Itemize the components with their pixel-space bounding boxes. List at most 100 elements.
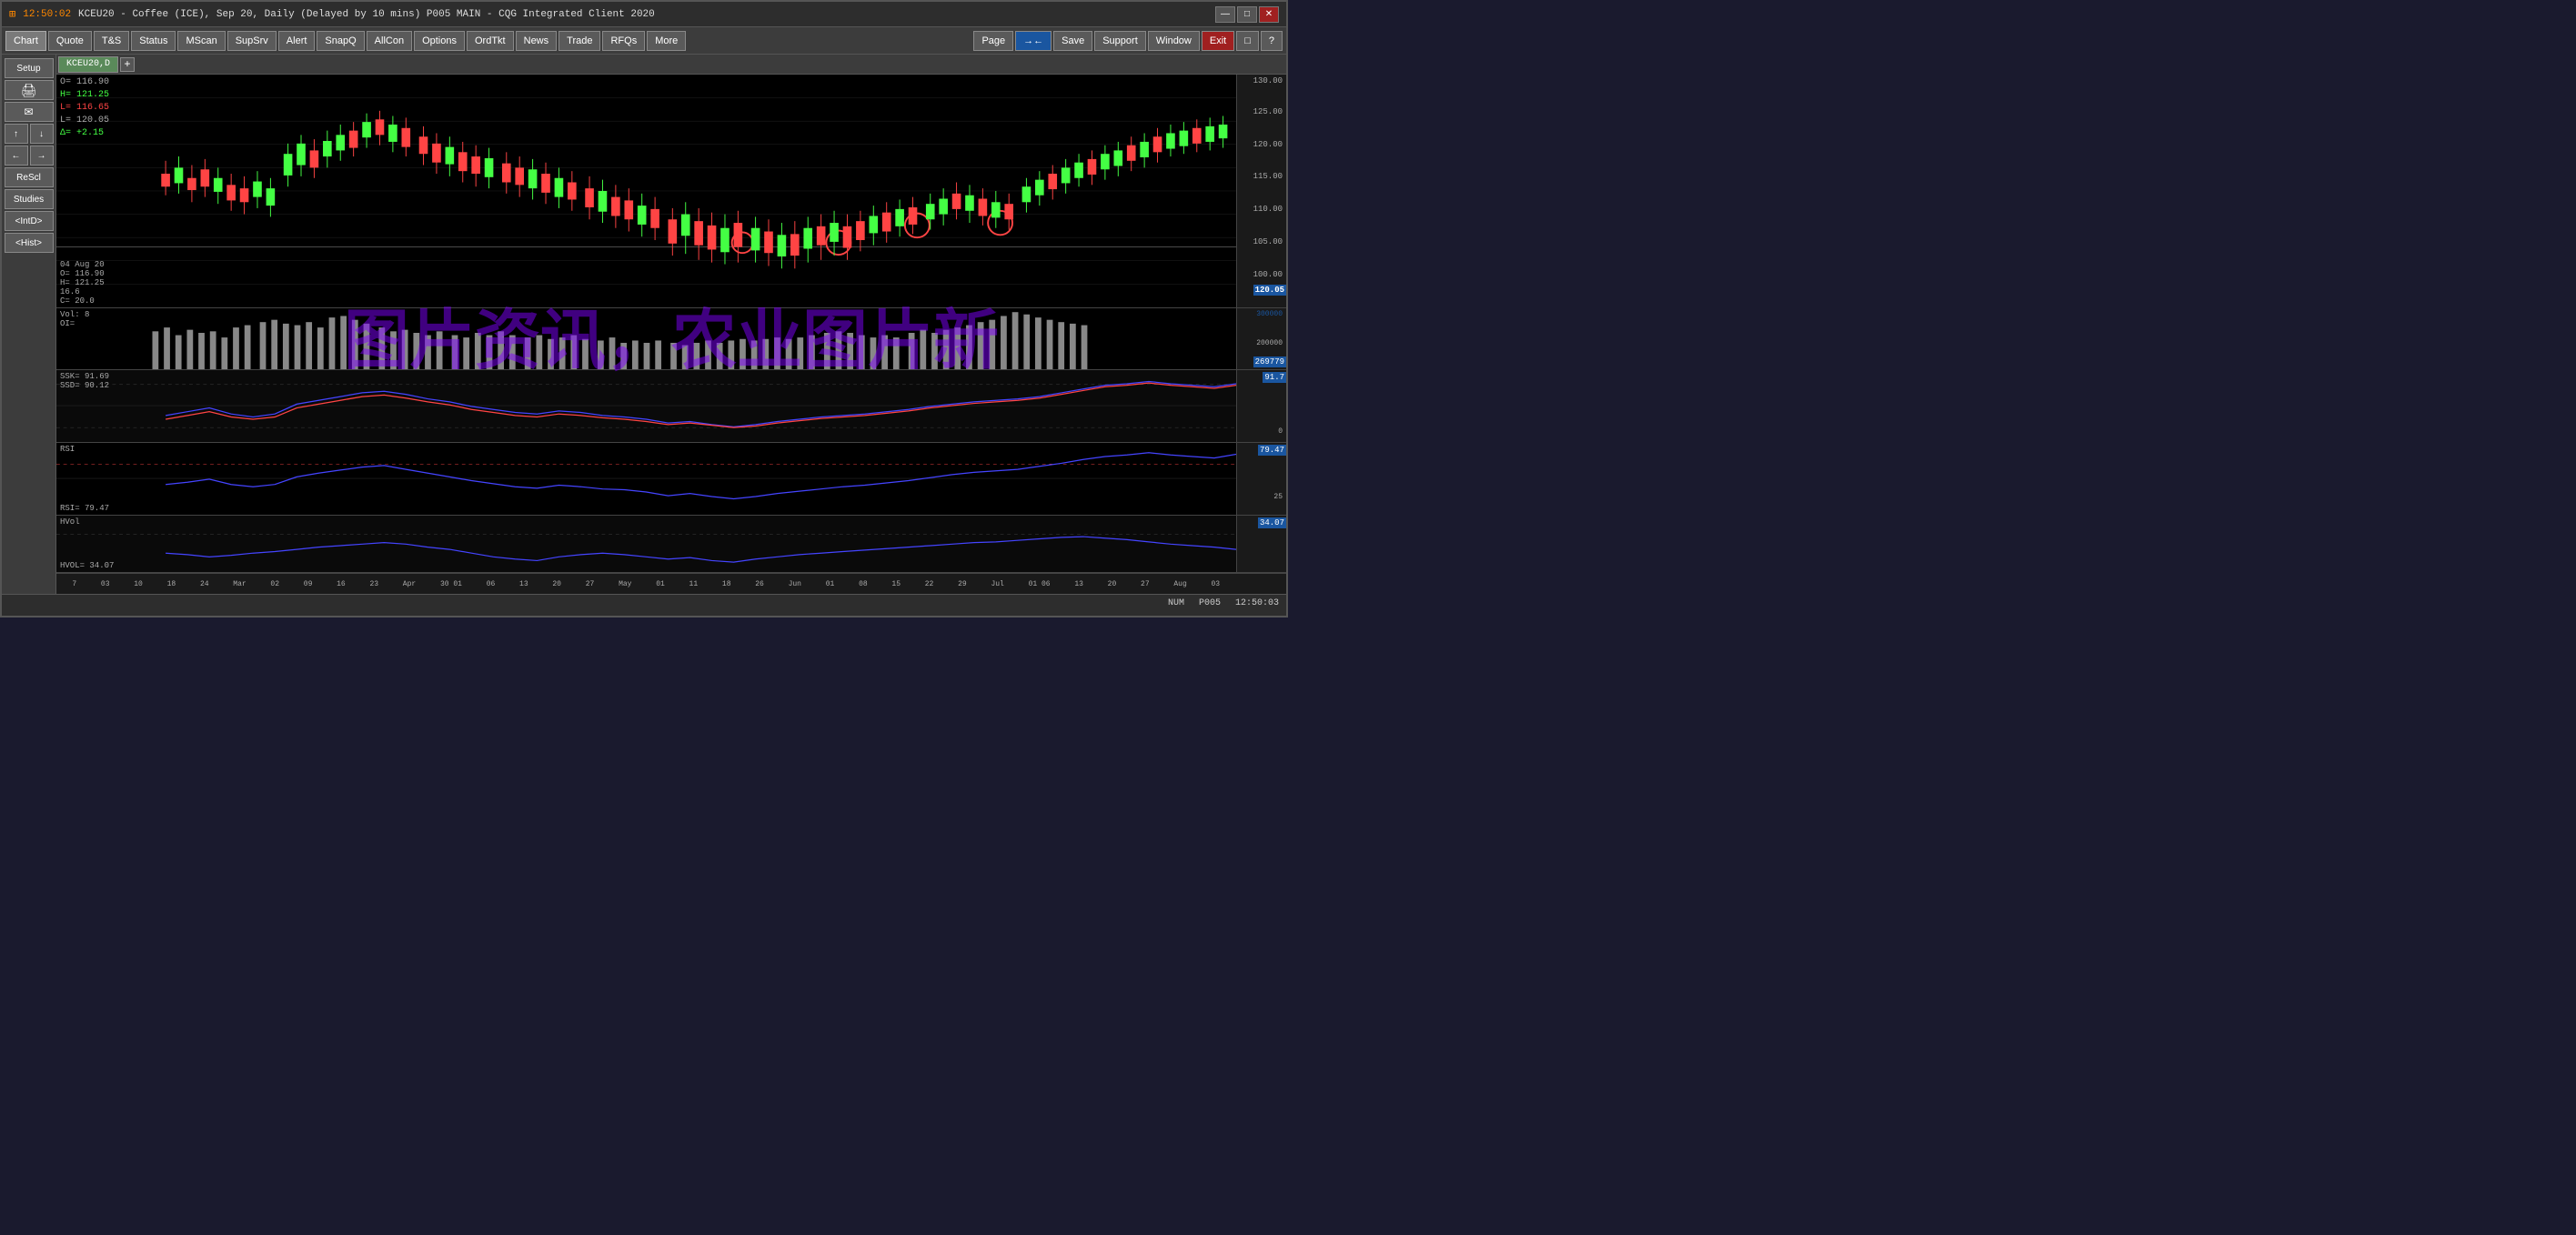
rsi-value: RSI= 79.47 — [60, 504, 109, 513]
time-labels: 703101824 Mar 02091623 Apr 30 0106132027… — [56, 580, 1236, 588]
hvol-current-label: 34.07 — [1258, 517, 1286, 528]
tab-bar: KCEU20,D + — [56, 55, 1286, 75]
up-btn[interactable]: ↑ — [5, 124, 28, 144]
quote-menu-btn[interactable]: Quote — [48, 31, 92, 51]
rsi-current-label: 79.47 — [1258, 445, 1286, 456]
minimize-button[interactable]: — — [1215, 6, 1235, 23]
up-down-btns: ↑ ↓ — [5, 124, 54, 144]
stoch-current: 91.7 — [1263, 372, 1286, 383]
trade-menu-btn[interactable]: Trade — [558, 31, 600, 51]
hvol-panel: HVol HVOL= 34.07 50 34.07 — [56, 516, 1286, 573]
setup-btn[interactable]: Setup — [5, 58, 54, 78]
maximize-button[interactable]: □ — [1237, 6, 1257, 23]
rsi-panel: RSI RSI= 79.47 50 25 — [56, 443, 1286, 516]
price-tick-110: 110.00 — [1253, 205, 1283, 214]
menu-bar: Chart Quote T&S Status MScan SupSrv Aler… — [2, 27, 1286, 55]
volume-info: Vol: 8 OI= — [60, 310, 89, 328]
rescl-btn[interactable]: ReScl — [5, 167, 54, 187]
close-button[interactable]: ✕ — [1259, 6, 1279, 23]
main-area: Setup 🖨 ✉ ↑ ↓ ← → ReScl Studies <IntD> <… — [2, 55, 1286, 594]
rfqs-menu-btn[interactable]: RFQs — [602, 31, 645, 51]
more-menu-btn[interactable]: More — [647, 31, 686, 51]
save-btn[interactable]: Save — [1053, 31, 1092, 51]
add-tab-btn[interactable]: + — [120, 57, 135, 72]
vol-current-1: 269779 — [1253, 356, 1286, 367]
news-menu-btn[interactable]: News — [516, 31, 558, 51]
vol-tick-300k: 300000 — [1256, 310, 1283, 318]
hvol-label: HVol — [60, 517, 80, 527]
status-menu-btn[interactable]: Status — [131, 31, 176, 51]
mscan-menu-btn[interactable]: MScan — [177, 31, 225, 51]
allcon-menu-btn[interactable]: AllCon — [367, 31, 412, 51]
nav-btn[interactable]: →← — [1015, 31, 1052, 51]
price-tick-120: 120.00 — [1253, 140, 1283, 149]
print-btn[interactable]: 🖨 — [5, 80, 54, 100]
help-btn[interactable]: ? — [1261, 31, 1283, 51]
ohlc-low1: L= 116.65 — [60, 103, 109, 113]
price-axis: 130.00 125.00 120.00 115.00 110.00 105.0… — [1236, 75, 1286, 307]
page-indicator: P005 — [1199, 598, 1221, 608]
exit-btn[interactable]: Exit — [1202, 31, 1234, 51]
detail-info: 04 Aug 20 O= 116.90 H= 121.25 16.6 C= 20… — [60, 260, 105, 306]
studies-btn[interactable]: Studies — [5, 189, 54, 209]
numlock-indicator: NUM — [1168, 598, 1184, 608]
ohlc-open: O= 116.90 — [60, 77, 109, 87]
support-btn[interactable]: Support — [1094, 31, 1146, 51]
hvol-svg — [56, 516, 1236, 572]
left-btn[interactable]: ← — [5, 146, 28, 166]
title-text: KCEU20 - Coffee (ICE), Sep 20, Daily (De… — [78, 9, 655, 20]
left-sidebar: Setup 🖨 ✉ ↑ ↓ ← → ReScl Studies <IntD> <… — [2, 55, 56, 594]
chart-content: O= 116.90 H= 121.25 L= 116.65 L= 120.05 … — [56, 75, 1286, 594]
left-right-btns: ← → — [5, 146, 54, 166]
rsi-svg — [56, 443, 1236, 515]
down-btn[interactable]: ↓ — [30, 124, 54, 144]
stoch-tick-0: 0 — [1278, 427, 1283, 436]
time-indicator: 12:50:03 — [1235, 598, 1279, 608]
price-tick-105: 105.00 — [1253, 237, 1283, 246]
page-btn[interactable]: Page — [973, 31, 1013, 51]
time-axis: 703101824 Mar 02091623 Apr 30 0106132027… — [56, 573, 1286, 594]
candlestick-svg — [56, 75, 1236, 307]
volume-axis: 300000 200000 269779 — [1236, 308, 1286, 370]
volume-panel: Vol: 8 OI= 300000 200000 269779 — [56, 308, 1286, 371]
email-btn[interactable]: ✉ — [5, 102, 54, 122]
ts-menu-btn[interactable]: T&S — [94, 31, 129, 51]
restore-btn[interactable]: □ — [1236, 31, 1259, 51]
right-btn[interactable]: → — [30, 146, 54, 166]
rsi-tick-25: 25 — [1273, 493, 1283, 501]
volume-svg — [56, 308, 1092, 370]
alert-menu-btn[interactable]: Alert — [278, 31, 316, 51]
snapq-menu-btn[interactable]: SnapQ — [317, 31, 364, 51]
current-price-label: 120.05 — [1253, 285, 1286, 296]
hvol-axis: 50 34.07 — [1236, 516, 1286, 572]
price-tick-130: 130.00 — [1253, 76, 1283, 85]
menu-bar-left: Chart Quote T&S Status MScan SupSrv Aler… — [5, 31, 686, 51]
window-btn[interactable]: Window — [1148, 31, 1200, 51]
options-menu-btn[interactable]: Options — [414, 31, 465, 51]
ohlc-delta: Δ= +2.15 — [60, 128, 104, 138]
window-controls: — □ ✕ — [1215, 6, 1279, 23]
title-bar: ⊞ 12:50:02 KCEU20 - Coffee (ICE), Sep 20… — [2, 2, 1286, 27]
hist-btn[interactable]: <Hist> — [5, 233, 54, 253]
stoch-axis: 50 0 91.7 — [1236, 370, 1286, 442]
intd-btn[interactable]: <IntD> — [5, 211, 54, 231]
price-tick-100: 100.00 — [1253, 270, 1283, 279]
stochastic-panel: SSK= 91.69 SSD= 90.12 — [56, 370, 1286, 443]
ohlc-info: O= 116.90 H= 121.25 L= 116.65 L= 120.05 … — [60, 76, 109, 140]
price-tick-115: 115.00 — [1253, 172, 1283, 181]
chart-menu-btn[interactable]: Chart — [5, 31, 46, 51]
rsi-axis: 50 25 79.47 — [1236, 443, 1286, 515]
main-chart-panel: O= 116.90 H= 121.25 L= 116.65 L= 120.05 … — [56, 75, 1286, 308]
supsrv-menu-btn[interactable]: SupSrv — [227, 31, 277, 51]
menu-bar-right: Page →← Save Support Window Exit □ ? — [973, 31, 1283, 51]
stoch-labels: SSK= 91.69 SSD= 90.12 — [60, 372, 109, 390]
price-tick-125: 125.00 — [1253, 107, 1283, 116]
tab-label: KCEU20,D — [66, 59, 110, 69]
chart-tab-kceu20[interactable]: KCEU20,D — [58, 56, 118, 73]
ohlc-low2: L= 120.05 — [60, 115, 109, 126]
ordtkt-menu-btn[interactable]: OrdTkt — [467, 31, 514, 51]
app-icon: ⊞ — [9, 7, 15, 21]
stochastic-svg — [56, 370, 1236, 442]
bottom-bar: NUM P005 12:50:03 — [2, 594, 1286, 612]
chart-area[interactable]: KCEU20,D + O= 116.90 H= 121.25 L= 116.65… — [56, 55, 1286, 594]
